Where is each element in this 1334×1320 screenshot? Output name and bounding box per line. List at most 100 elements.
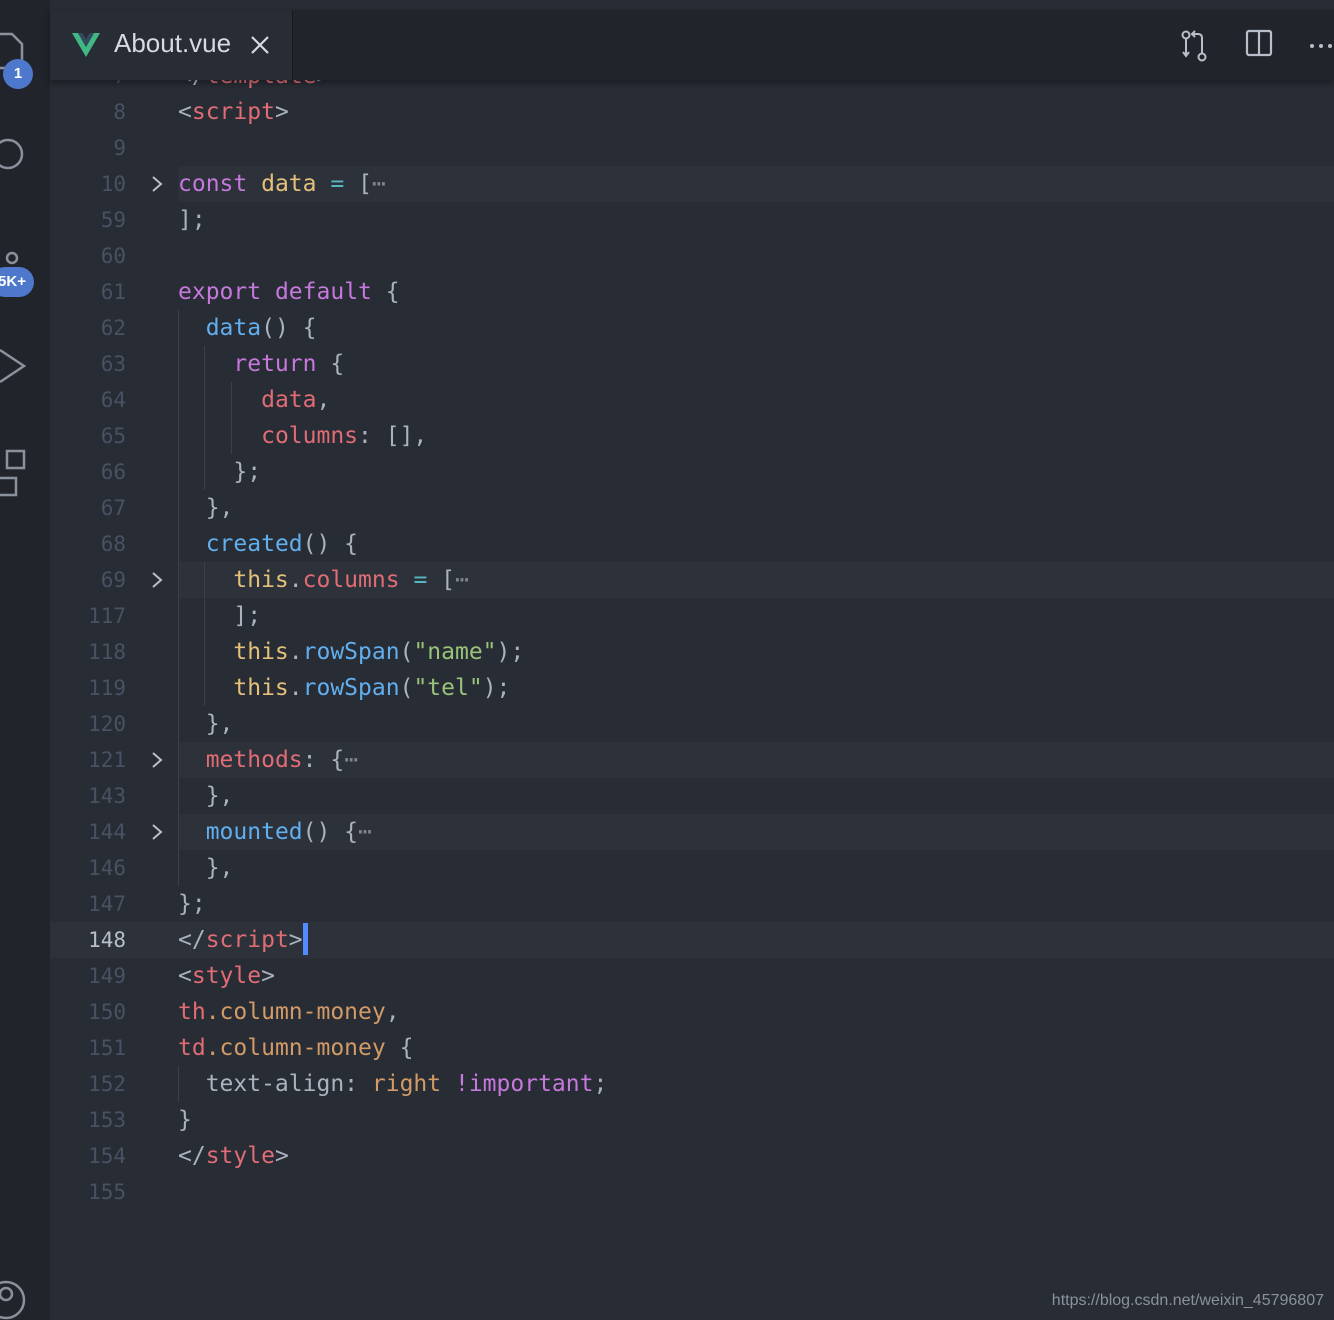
- code-token: >: [274, 1143, 289, 1169]
- code-token: ⋯: [371, 171, 386, 197]
- code-line[interactable]: 148 </script>: [50, 922, 1334, 958]
- chevron-right-icon[interactable]: [148, 823, 166, 841]
- code-line[interactable]: 149 <style>: [50, 958, 1334, 994]
- code-line[interactable]: 153}: [50, 1102, 1334, 1138]
- code-text: }: [178, 1102, 1334, 1138]
- line-number: 121: [88, 748, 126, 772]
- code-text: },: [178, 490, 1334, 526]
- code-line[interactable]: 150 th.column-money,: [50, 994, 1334, 1030]
- more-actions-icon[interactable]: [1308, 28, 1334, 60]
- code-line[interactable]: 121 methods: {⋯: [50, 742, 1334, 778]
- code-token: (: [399, 639, 414, 665]
- line-number: 144: [88, 820, 126, 844]
- line-number: 154: [88, 1144, 126, 1168]
- chevron-right-icon[interactable]: [148, 751, 166, 769]
- code-text: mounted() {⋯: [178, 814, 1334, 850]
- code-line[interactable]: 59];: [50, 202, 1334, 238]
- code-line[interactable]: 9: [50, 130, 1334, 166]
- code-token: },: [178, 855, 234, 881]
- line-number: 148: [88, 928, 126, 952]
- line-number: 60: [100, 244, 126, 268]
- code-token: template: [206, 80, 317, 89]
- code-line[interactable]: 66 };: [50, 454, 1334, 490]
- line-number: 62: [100, 316, 126, 340]
- code-editor[interactable]: 7</template>8<script> 9 10const data = [⋯5…: [50, 80, 1334, 1320]
- code-line[interactable]: 146 },: [50, 850, 1334, 886]
- code-line[interactable]: 117 ];: [50, 598, 1334, 634]
- code-line[interactable]: 154 </style>: [50, 1138, 1334, 1174]
- line-number: 119: [88, 676, 126, 700]
- code-line[interactable]: 63 return {: [50, 346, 1334, 382]
- code-token: this: [233, 675, 289, 701]
- code-token: !important: [454, 1071, 594, 1097]
- code-text: <style>: [178, 958, 1334, 994]
- line-number: 149: [88, 964, 126, 988]
- line-number: 8: [113, 100, 126, 124]
- code-text: </style>: [178, 1138, 1334, 1174]
- code-line[interactable]: 8 <script>: [50, 94, 1334, 130]
- line-number: 153: [88, 1108, 126, 1132]
- open-changes-icon[interactable]: [1178, 28, 1210, 64]
- code-line[interactable]: 152 text-align: right !important;: [50, 1066, 1334, 1102]
- code-text: data() {: [178, 310, 1334, 346]
- code-line[interactable]: 65 columns: [],: [50, 418, 1334, 454]
- code-line[interactable]: 64 data,: [50, 382, 1334, 418]
- code-text: },: [178, 706, 1334, 742]
- chevron-right-icon[interactable]: [148, 175, 166, 193]
- split-editor-icon[interactable]: [1245, 28, 1273, 60]
- run-debug-icon[interactable]: [0, 344, 30, 394]
- line-number: 66: [100, 460, 126, 484]
- account-icon[interactable]: [0, 1274, 30, 1320]
- code-token: this: [233, 639, 289, 665]
- code-line[interactable]: 67 },: [50, 490, 1334, 526]
- line-number: 147: [88, 892, 126, 916]
- code-token: ⋯: [455, 567, 469, 593]
- code-line[interactable]: 61 export default {: [50, 274, 1334, 310]
- code-token: data: [205, 315, 262, 341]
- text-cursor: [302, 922, 308, 955]
- search-icon[interactable]: [0, 136, 30, 176]
- code-token: mounted: [205, 819, 303, 845]
- code-line[interactable]: 62 data() {: [50, 310, 1334, 346]
- code-line[interactable]: 119 this.rowSpan("tel");: [50, 670, 1334, 706]
- code-line[interactable]: 143 },: [50, 778, 1334, 814]
- line-number: 155: [88, 1180, 126, 1204]
- code-token: {: [316, 351, 345, 377]
- chevron-right-icon[interactable]: [148, 571, 166, 589]
- close-icon[interactable]: [249, 34, 271, 56]
- code-token: (: [399, 675, 414, 701]
- code-text: };: [178, 454, 1334, 490]
- extensions-icon[interactable]: [0, 448, 30, 500]
- code-line[interactable]: 147};: [50, 886, 1334, 922]
- code-line[interactable]: 144 mounted() {⋯: [50, 814, 1334, 850]
- code-token: data: [261, 387, 317, 413]
- code-line[interactable]: 155: [50, 1174, 1334, 1210]
- code-line[interactable]: 118 this.rowSpan("name");: [50, 634, 1334, 670]
- code-token: >: [288, 927, 303, 953]
- code-text: td.column-money {: [178, 1030, 1334, 1066]
- code-token: data: [261, 171, 317, 197]
- tab-about-vue[interactable]: About.vue: [50, 10, 293, 80]
- code-text: text-align: right !important;: [178, 1066, 1334, 1102]
- vue-file-icon: [72, 33, 100, 57]
- code-line[interactable]: 60: [50, 238, 1334, 274]
- code-token: >: [316, 80, 330, 89]
- code-line[interactable]: 151 td.column-money {: [50, 1030, 1334, 1066]
- line-number: 9: [113, 136, 126, 160]
- code-line[interactable]: 68 created() {: [50, 526, 1334, 562]
- code-token: () {: [302, 531, 359, 557]
- code-token: created: [205, 531, 303, 557]
- code-token: ;: [593, 1071, 608, 1097]
- code-line[interactable]: 69 this.columns = [⋯: [50, 562, 1334, 598]
- code-line[interactable]: 10 const data = [⋯: [50, 166, 1334, 202]
- code-line[interactable]: 120 },: [50, 706, 1334, 742]
- code-line[interactable]: 7 </template>: [50, 80, 1334, 94]
